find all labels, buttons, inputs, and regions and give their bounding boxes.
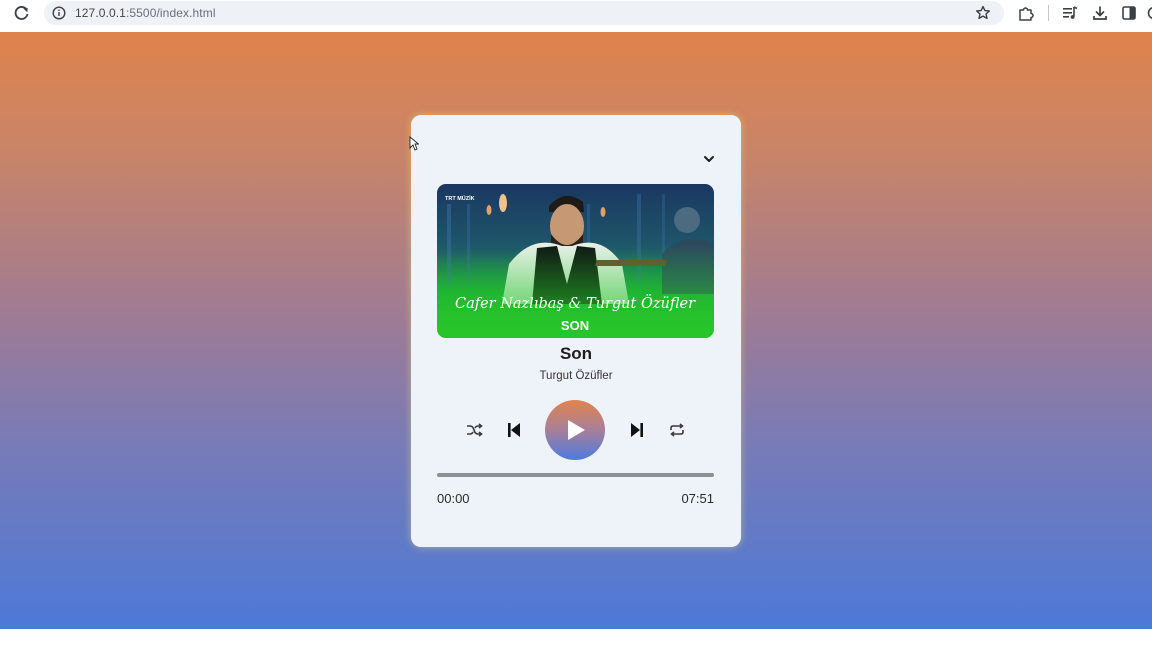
current-time: 00:00: [437, 491, 470, 506]
skip-next-icon[interactable]: [628, 420, 646, 440]
cover-song-text: SON: [561, 318, 589, 333]
url-text[interactable]: 127.0.0.1:5500/index.html: [75, 6, 216, 20]
page-background: TRT MÜZİK Cafer Nazlıbaş & Turgut Özüfle…: [0, 32, 1152, 629]
reload-icon[interactable]: [12, 4, 32, 22]
toolbar-divider: [1048, 5, 1049, 21]
download-icon[interactable]: [1091, 4, 1109, 22]
url-host: 127.0.0.1: [75, 6, 126, 20]
profile-avatar-icon[interactable]: [1146, 4, 1152, 22]
cover-channel-logo: TRT MÜZİK: [445, 195, 475, 202]
repeat-icon[interactable]: [668, 421, 686, 439]
song-title: Son: [559, 344, 593, 363]
music-player-card: TRT MÜZİK Cafer Nazlıbaş & Turgut Özüfle…: [411, 115, 741, 547]
shuffle-icon[interactable]: [465, 421, 483, 439]
play-icon: [568, 420, 585, 440]
browser-toolbar: 127.0.0.1:5500/index.html: [0, 0, 1152, 26]
mouse-cursor-icon: [409, 136, 419, 151]
page-bottom-strip: [0, 629, 1152, 648]
url-path: :5500/index.html: [125, 6, 216, 20]
artist-name: Turgut Özüfler: [539, 370, 613, 382]
skip-previous-icon[interactable]: [505, 420, 523, 440]
side-panel-icon[interactable]: [1120, 4, 1138, 22]
album-cover: TRT MÜZİK Cafer Nazlıbaş & Turgut Özüfle…: [437, 184, 714, 338]
star-icon[interactable]: [974, 4, 992, 22]
puzzle-icon[interactable]: [1017, 4, 1035, 22]
chevron-down-icon[interactable]: [700, 153, 718, 165]
media-control-icon[interactable]: [1061, 4, 1079, 22]
progress-bar[interactable]: [437, 473, 714, 477]
cover-artist-names: Cafer Nazlıbaş & Turgut Özüfler: [455, 294, 696, 312]
duration-time: 07:51: [681, 491, 714, 506]
info-icon[interactable]: [52, 6, 66, 20]
play-button[interactable]: [545, 400, 605, 460]
address-bar[interactable]: 127.0.0.1:5500/index.html: [44, 1, 1004, 25]
